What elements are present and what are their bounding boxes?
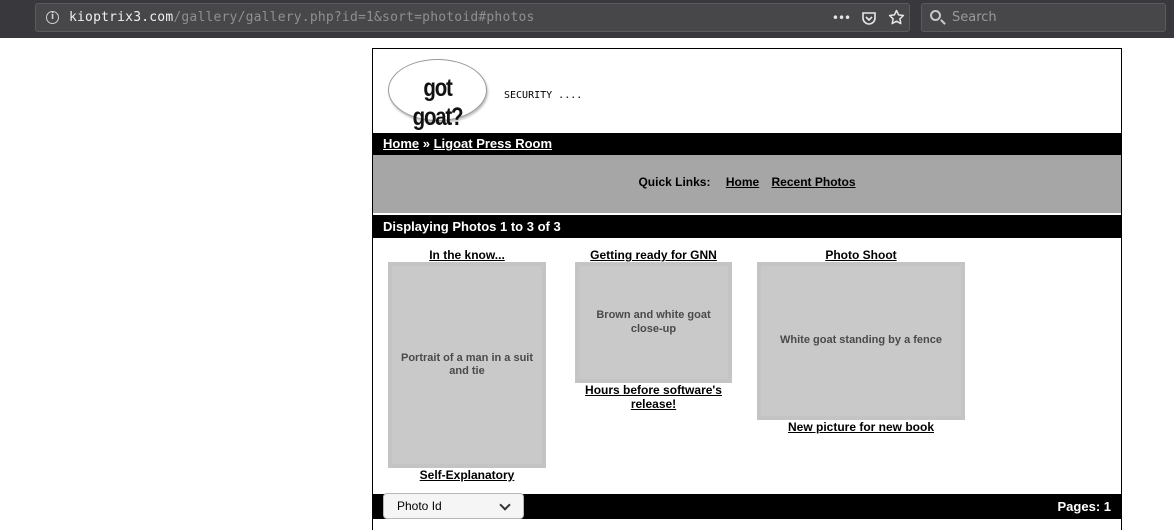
breadcrumb-home-link[interactable]: Home bbox=[383, 136, 419, 151]
quick-link-home[interactable]: Home bbox=[726, 175, 759, 189]
info-icon[interactable]: i bbox=[46, 11, 59, 24]
photo-thumbnail[interactable]: White goat standing by a fence bbox=[757, 262, 965, 420]
photo-image: Portrait of a man in a suit and tie bbox=[392, 266, 542, 464]
site-logo[interactable]: got goat? bbox=[388, 59, 487, 131]
url-bar[interactable]: i kioptrix3.com/gallery/gallery.php?id=1… bbox=[35, 3, 910, 32]
photo-image: White goat standing by a fence bbox=[761, 266, 961, 416]
bookmark-star-icon[interactable] bbox=[886, 8, 906, 28]
photo-item: Getting ready for GNN Brown and white go… bbox=[575, 248, 732, 411]
search-icon bbox=[930, 10, 941, 21]
photo-thumbnail[interactable]: Brown and white goat close-up bbox=[575, 262, 732, 383]
photo-title-link[interactable]: Photo Shoot bbox=[757, 248, 965, 262]
quick-links-label: Quick Links: bbox=[638, 175, 711, 189]
photo-item: Photo Shoot White goat standing by a fen… bbox=[757, 248, 965, 434]
pocket-icon[interactable] bbox=[859, 8, 879, 28]
photo-thumbnail[interactable]: Portrait of a man in a suit and tie bbox=[388, 262, 546, 468]
breadcrumb: Home » Ligoat Press Room bbox=[373, 131, 1121, 155]
pagination-label: Pages: 1 bbox=[1057, 499, 1111, 514]
search-input[interactable] bbox=[952, 8, 1152, 27]
url-host: kioptrix3.com bbox=[69, 10, 174, 25]
photo-caption-link[interactable]: New picture for new book bbox=[757, 420, 965, 434]
url-path: /gallery/gallery.php?id=1&sort=photoid#p… bbox=[173, 10, 535, 25]
page-actions-icon[interactable]: ••• bbox=[831, 8, 851, 28]
sort-select[interactable]: Photo Id bbox=[383, 493, 524, 519]
status-bar: Displaying Photos 1 to 3 of 3 bbox=[373, 213, 1121, 238]
gallery-footer: Photo Id Pages: 1 bbox=[373, 492, 1121, 519]
url-text[interactable]: kioptrix3.com/gallery/gallery.php?id=1&s… bbox=[69, 10, 535, 25]
search-bar[interactable] bbox=[921, 3, 1166, 32]
photo-title-link[interactable]: Getting ready for GNN bbox=[575, 248, 732, 262]
site-header: got goat? SECURITY .... bbox=[373, 49, 1121, 131]
chevron-down-icon bbox=[499, 499, 511, 511]
photo-caption-link[interactable]: Self-Explanatory bbox=[388, 468, 546, 482]
logo-text: got goat? bbox=[412, 74, 464, 131]
breadcrumb-separator: » bbox=[419, 136, 434, 151]
gallery-page: got goat? SECURITY .... Home » Ligoat Pr… bbox=[372, 48, 1122, 530]
browser-toolbar: i kioptrix3.com/gallery/gallery.php?id=1… bbox=[0, 0, 1174, 38]
display-status: Displaying Photos 1 to 3 of 3 bbox=[383, 219, 561, 234]
photo-item: In the know... Portrait of a man in a su… bbox=[388, 248, 546, 482]
quick-links-panel: Quick Links: Home Recent Photos bbox=[373, 155, 1121, 213]
site-tagline: SECURITY .... bbox=[504, 90, 583, 101]
photo-title-link[interactable]: In the know... bbox=[388, 248, 546, 262]
photo-caption-link[interactable]: Hours before software's release! bbox=[575, 383, 732, 411]
photo-image: Brown and white goat close-up bbox=[579, 266, 728, 379]
breadcrumb-current-link[interactable]: Ligoat Press Room bbox=[434, 136, 552, 151]
quick-link-recent-photos[interactable]: Recent Photos bbox=[772, 175, 856, 189]
sort-select-value: Photo Id bbox=[397, 499, 442, 513]
